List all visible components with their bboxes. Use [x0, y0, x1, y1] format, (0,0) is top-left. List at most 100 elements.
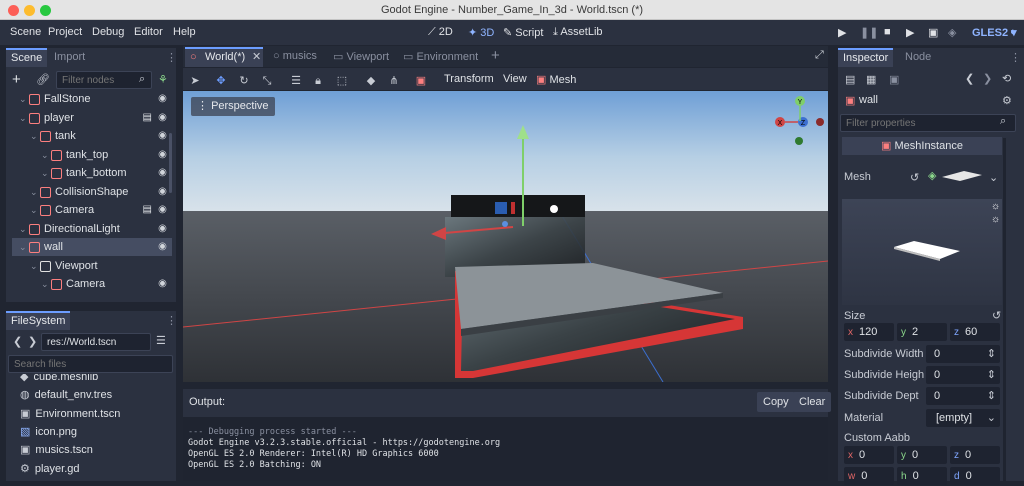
- new-resource-icon[interactable]: ▤: [845, 73, 855, 86]
- visibility-eye-icon[interactable]: ◉: [157, 112, 168, 123]
- scene-tree-item[interactable]: ⌄ DirectionalLight ◉: [12, 220, 172, 238]
- scene-tree-item[interactable]: ⌄ Camera ◉: [12, 275, 172, 293]
- workspace-3d-button[interactable]: ✦ 3D: [468, 26, 494, 39]
- z-gizmo-handle[interactable]: [502, 221, 508, 227]
- subdivide-width-spinbox[interactable]: 0 ⇕: [926, 345, 1000, 363]
- chevron-down-icon[interactable]: ⌄: [19, 109, 27, 127]
- file-list-item[interactable]: ◆ cube.meshlib: [20, 374, 170, 386]
- aabb-z-field[interactable]: z0: [950, 446, 1000, 464]
- clear-button[interactable]: Clear: [793, 392, 832, 412]
- visibility-eye-icon[interactable]: ◉: [157, 130, 168, 141]
- chevron-down-icon[interactable]: ⌄: [19, 220, 27, 238]
- list-select-icon[interactable]: ☰: [289, 74, 303, 88]
- subdivide-depth-spinbox[interactable]: 0 ⇕: [926, 387, 1000, 405]
- workspace-2d-button[interactable]: ⟋ 2D: [428, 26, 453, 39]
- chevron-down-icon[interactable]: ⌄: [987, 409, 996, 427]
- scene-tree-item[interactable]: ⌄ Viewport: [12, 257, 172, 275]
- close-tab-icon[interactable]: ✕: [252, 50, 261, 63]
- aabb-w-field[interactable]: w0: [844, 467, 894, 485]
- split-mode-icon[interactable]: ☰: [156, 334, 166, 347]
- play-custom-scene-icon[interactable]: ▣: [928, 26, 938, 39]
- material-picker[interactable]: [empty] ⌄: [926, 409, 1000, 427]
- run-scene-icon[interactable]: ◈: [948, 26, 956, 39]
- chevron-down-icon[interactable]: ⌄: [41, 275, 49, 293]
- light-2-icon[interactable]: ☼: [991, 214, 1000, 225]
- search-files-input[interactable]: [8, 355, 173, 373]
- menu-help[interactable]: Help: [173, 26, 196, 38]
- tab-world[interactable]: ○ World(*) ✕: [185, 47, 263, 67]
- aabb-y-field[interactable]: y0: [897, 446, 947, 464]
- dock-options-icon[interactable]: ⋮: [166, 51, 177, 64]
- tab-import[interactable]: Import: [49, 48, 90, 67]
- menu-project[interactable]: Project: [48, 26, 82, 38]
- script-icon[interactable]: ▤: [143, 109, 152, 127]
- chevron-down-icon[interactable]: ⌄: [19, 238, 27, 256]
- snap-icon[interactable]: ⋔: [387, 74, 401, 88]
- scene-tree-item[interactable]: ⌄ tank_bottom ◉: [12, 164, 172, 182]
- scene-tree-item[interactable]: ⌄ Camera ▤ ◉: [12, 201, 172, 219]
- close-window-button[interactable]: [8, 5, 19, 16]
- save-resource-icon[interactable]: ▣: [889, 73, 899, 86]
- scene-tree-item[interactable]: ⌄ wall ◉: [12, 238, 172, 256]
- visibility-eye-icon[interactable]: ◉: [157, 278, 168, 289]
- mesh-menu[interactable]: ▣ Mesh: [536, 73, 576, 86]
- file-list-item[interactable]: ▣ musics.tscn: [20, 441, 170, 459]
- visibility-eye-icon[interactable]: ◉: [157, 149, 168, 160]
- inspector-scrollbar[interactable]: [1003, 138, 1006, 481]
- load-resource-icon[interactable]: ▦: [866, 73, 876, 86]
- chevron-down-icon[interactable]: ⌄: [41, 164, 49, 182]
- minimize-window-button[interactable]: [24, 5, 35, 16]
- dock-options-icon[interactable]: ⋮: [166, 314, 177, 327]
- file-list-item[interactable]: ◍ default_env.tres: [20, 386, 170, 404]
- menu-editor[interactable]: Editor: [134, 26, 163, 38]
- chevron-down-icon[interactable]: ⌄: [41, 146, 49, 164]
- tab-filesystem[interactable]: FileSystem: [6, 311, 71, 330]
- tab-musics[interactable]: ○ musics: [273, 50, 317, 62]
- new-tab-icon[interactable]: +: [491, 47, 500, 64]
- history-forward-icon[interactable]: ❯: [983, 72, 992, 85]
- light-1-icon[interactable]: ☼: [991, 201, 1000, 212]
- chevron-down-icon[interactable]: ⌄: [30, 127, 38, 145]
- tab-inspector[interactable]: Inspector: [838, 48, 894, 67]
- scene-tree-item[interactable]: ⌄ player ▤ ◉: [12, 109, 172, 127]
- aabb-d-field[interactable]: d0: [950, 467, 1000, 485]
- visibility-eye-icon[interactable]: ◉: [157, 204, 168, 215]
- aabb-x-field[interactable]: x0: [844, 446, 894, 464]
- tab-node[interactable]: Node: [900, 48, 936, 67]
- size-z-field[interactable]: z 60: [950, 323, 1000, 341]
- visibility-eye-icon[interactable]: ◉: [157, 241, 168, 252]
- play-icon[interactable]: ▶: [838, 26, 846, 39]
- history-back-icon[interactable]: ❮: [965, 72, 974, 85]
- filter-properties-input[interactable]: [840, 114, 1016, 132]
- revert-icon[interactable]: ↺: [910, 171, 919, 184]
- copy-button[interactable]: Copy: [757, 392, 795, 412]
- visibility-eye-icon[interactable]: ◉: [157, 93, 168, 104]
- scene-tree-item[interactable]: ⌄ tank ◉: [12, 127, 172, 145]
- script-icon[interactable]: ▤: [143, 201, 152, 219]
- instance-scene-icon[interactable]: 🔗︎: [36, 73, 50, 86]
- play-scene-icon[interactable]: ▶: [906, 26, 914, 39]
- menu-debug[interactable]: Debug: [92, 26, 124, 38]
- file-list-item[interactable]: ▣ Environment.tscn: [20, 405, 170, 423]
- chevron-down-icon[interactable]: ⌄: [30, 201, 38, 219]
- dock-options-icon[interactable]: ⋮: [1010, 51, 1021, 64]
- pause-icon[interactable]: ❚❚: [860, 26, 878, 39]
- spin-arrows-icon[interactable]: ⇕: [987, 387, 996, 405]
- visibility-eye-icon[interactable]: ◉: [157, 167, 168, 178]
- tab-scene[interactable]: Scene: [6, 48, 48, 67]
- revert-icon[interactable]: ↺: [992, 309, 1001, 322]
- distraction-free-icon[interactable]: ⤢: [815, 49, 824, 62]
- chevron-down-icon[interactable]: ⌄: [30, 183, 38, 201]
- select-tool-icon[interactable]: ➤: [188, 74, 202, 88]
- zoom-window-button[interactable]: [40, 5, 51, 16]
- stop-icon[interactable]: ■: [884, 26, 891, 38]
- transform-menu[interactable]: Transform: [444, 73, 494, 85]
- file-list-item[interactable]: ▧ icon.png: [20, 423, 170, 441]
- scene-tree-scrollbar[interactable]: [169, 133, 172, 193]
- file-list-item[interactable]: ⚙ player.gd: [20, 460, 170, 478]
- chevron-down-icon[interactable]: ⌄: [30, 257, 38, 275]
- move-tool-icon[interactable]: ✥: [214, 74, 228, 88]
- filesystem-path-input[interactable]: [41, 333, 151, 351]
- tab-environment[interactable]: ▭ Environment: [403, 50, 478, 63]
- spin-arrows-icon[interactable]: ⇕: [987, 345, 996, 363]
